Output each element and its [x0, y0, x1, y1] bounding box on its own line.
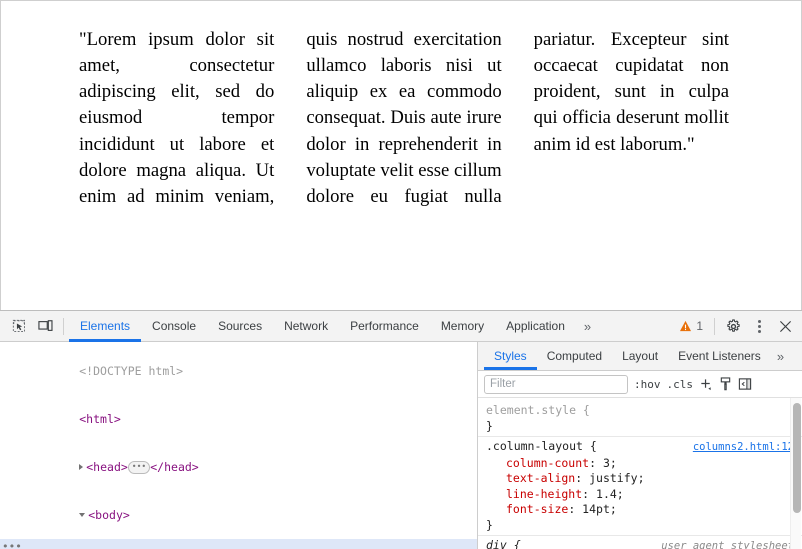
dom-head-open: <head> — [86, 460, 128, 474]
rule-source-link[interactable]: columns2.html:12 — [693, 440, 794, 456]
tab-performance[interactable]: Performance — [339, 311, 430, 342]
tab-elements-label: Elements — [80, 319, 130, 333]
tab-application-label: Application — [506, 319, 565, 333]
styles-scrollbar[interactable] — [790, 398, 801, 549]
page-viewport: "Lorem ipsum dolor sit amet, consectetur… — [0, 0, 802, 310]
dom-row-doctype[interactable]: <!DOCTYPE html> — [0, 347, 477, 395]
devtools-window: "Lorem ipsum dolor sit amet, consectetur… — [0, 0, 802, 549]
dom-doctype-text: <!DOCTYPE html> — [79, 364, 183, 378]
tab-styles-label: Styles — [494, 349, 527, 363]
new-style-rule-icon[interactable] — [699, 377, 713, 391]
tab-console[interactable]: Console — [141, 311, 207, 342]
tab-sources-label: Sources — [218, 319, 262, 333]
rule-close-brace: } — [486, 419, 794, 435]
rule-selector: .column-layout { — [486, 439, 597, 455]
dom-head-close: </head> — [150, 460, 198, 474]
declaration-value[interactable]: 14pt; — [582, 502, 617, 516]
styles-more-tabs-chevron-icon[interactable]: » — [771, 342, 790, 370]
warning-divider — [714, 318, 715, 335]
tab-computed[interactable]: Computed — [537, 342, 612, 370]
tab-network-label: Network — [284, 319, 328, 333]
dom-row-head[interactable]: <head>•••</head> — [0, 443, 477, 491]
tab-memory-label: Memory — [441, 319, 484, 333]
tab-network[interactable]: Network — [273, 311, 339, 342]
dom-row-html-open[interactable]: <html> — [0, 395, 477, 443]
declaration-property[interactable]: text-align — [506, 471, 575, 485]
row-overflow-dots-icon[interactable]: ••• — [2, 539, 22, 549]
cls-toggle[interactable]: .cls — [667, 378, 694, 391]
declaration-text-align[interactable]: text-align: justify; — [486, 471, 794, 487]
rule-close-brace: } — [486, 518, 794, 534]
rule-selector: div { — [486, 538, 521, 549]
expand-triangle-icon[interactable] — [79, 464, 83, 470]
devtools-body: <!DOCTYPE html> <html> <head>•••</head> … — [0, 342, 802, 549]
declaration-value[interactable]: justify; — [589, 471, 644, 485]
declaration-property[interactable]: column-count — [506, 456, 589, 470]
close-icon[interactable] — [772, 313, 798, 339]
style-rule-column-layout[interactable]: .column-layout { columns2.html:12 column… — [478, 437, 802, 536]
computed-styles-sidebar-icon[interactable] — [719, 377, 732, 391]
tab-performance-label: Performance — [350, 319, 419, 333]
tab-computed-label: Computed — [547, 349, 602, 363]
dom-body-tag: <body> — [88, 508, 130, 522]
style-rule-element-style[interactable]: element.style { } — [478, 401, 802, 437]
tab-styles[interactable]: Styles — [484, 342, 537, 370]
rule-source-label: user agent stylesheet — [661, 539, 794, 549]
styles-pane: Styles Computed Layout Event Listeners »… — [478, 342, 802, 549]
more-tabs-chevron-icon[interactable]: » — [576, 311, 599, 342]
rule-selector: element.style { — [486, 403, 590, 419]
inspect-element-icon[interactable] — [6, 313, 32, 339]
declaration-column-count[interactable]: column-count: 3; — [486, 456, 794, 472]
rule-header: div { user agent stylesheet — [486, 538, 794, 549]
rule-header: .column-layout { columns2.html:12 — [486, 439, 794, 456]
gear-icon[interactable] — [720, 313, 746, 339]
styles-rules-list[interactable]: element.style { } .column-layout { colum… — [478, 398, 802, 549]
hov-toggle[interactable]: :hov — [634, 378, 661, 391]
style-rule-div-ua[interactable]: div { user agent stylesheet display: blo… — [478, 536, 802, 549]
collapsed-children-icon[interactable]: ••• — [128, 461, 150, 474]
tab-event-listeners[interactable]: Event Listeners — [668, 342, 771, 370]
styles-filter-input[interactable]: Filter — [484, 375, 628, 394]
tab-event-listeners-label: Event Listeners — [678, 349, 761, 363]
devtools-panel: Elements Console Sources Network Perform… — [0, 310, 802, 549]
tab-layout[interactable]: Layout — [612, 342, 668, 370]
device-toolbar-icon[interactable] — [32, 313, 58, 339]
dom-row-body-open[interactable]: <body> — [0, 491, 477, 539]
declaration-property[interactable]: line-height — [506, 487, 582, 501]
devtools-tabbar: Elements Console Sources Network Perform… — [0, 311, 802, 342]
styles-toolbar: Filter :hov .cls — [478, 371, 802, 398]
tab-console-label: Console — [152, 319, 196, 333]
dom-tree-pane[interactable]: <!DOCTYPE html> <html> <head>•••</head> … — [0, 342, 478, 549]
devtools-tab-list: Elements Console Sources Network Perform… — [69, 311, 599, 342]
tab-memory[interactable]: Memory — [430, 311, 495, 342]
declaration-font-size[interactable]: font-size: 14pt; — [486, 502, 794, 518]
rule-header: element.style { — [486, 403, 794, 419]
warning-count: 1 — [696, 319, 703, 333]
warning-indicator[interactable]: 1 — [673, 319, 709, 333]
tab-layout-label: Layout — [622, 349, 658, 363]
collapse-triangle-icon[interactable] — [79, 513, 85, 517]
tab-elements[interactable]: Elements — [69, 311, 141, 342]
styles-scrollbar-thumb[interactable] — [793, 403, 801, 513]
column-layout-text: "Lorem ipsum dolor sit amet, consectetur… — [79, 27, 729, 210]
kebab-menu-icon[interactable] — [746, 313, 772, 339]
warning-triangle-icon — [679, 320, 692, 332]
dom-row-selected-div[interactable]: •••<div class="column-layout">•••</div> … — [0, 539, 477, 549]
declaration-property[interactable]: font-size — [506, 502, 568, 516]
declaration-value[interactable]: 3; — [603, 456, 617, 470]
styles-tabbar: Styles Computed Layout Event Listeners » — [478, 342, 802, 371]
dom-html-tag: <html> — [79, 412, 121, 426]
declaration-line-height[interactable]: line-height: 1.4; — [486, 487, 794, 503]
toolbar-divider — [63, 318, 64, 335]
tab-application[interactable]: Application — [495, 311, 576, 342]
tab-sources[interactable]: Sources — [207, 311, 273, 342]
toggle-sidebar-icon[interactable] — [738, 377, 752, 391]
declaration-value[interactable]: 1.4; — [596, 487, 624, 501]
